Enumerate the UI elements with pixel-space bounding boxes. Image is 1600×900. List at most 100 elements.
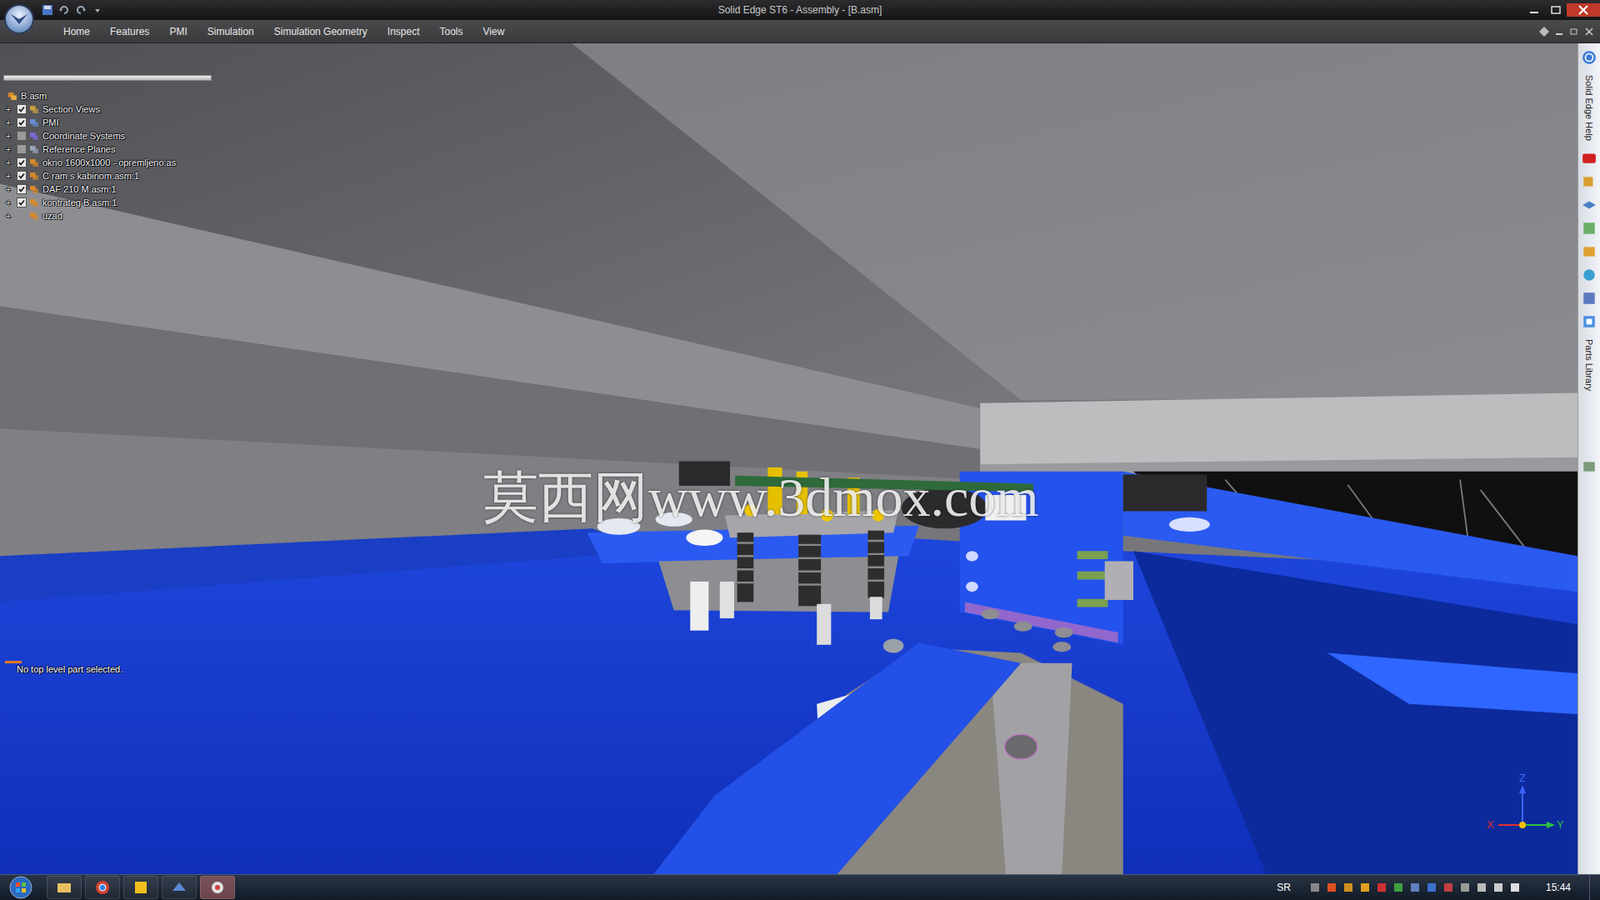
- tree-item[interactable]: +uzad: [3, 209, 212, 223]
- layers2-icon[interactable]: [1581, 267, 1597, 283]
- ribbon-tab[interactable]: PMI: [159, 22, 197, 41]
- tray-icon[interactable]: [1442, 881, 1455, 894]
- start-button-icon[interactable]: [8, 875, 34, 900]
- library-icon[interactable]: [1581, 174, 1597, 190]
- side-tab[interactable]: Solid Edge Help: [1584, 73, 1595, 143]
- expand-toggle[interactable]: +: [3, 197, 14, 208]
- minimize-icon[interactable]: [1523, 3, 1545, 17]
- pmi-icon: [30, 118, 40, 128]
- tray-icon[interactable]: [1342, 881, 1355, 894]
- taskbar-button[interactable]: [46, 875, 82, 900]
- taskbar-button[interactable]: [123, 875, 159, 900]
- axis-triad[interactable]: ZXY: [1475, 768, 1571, 860]
- doc-restore-icon[interactable]: [1568, 25, 1580, 38]
- tree-item[interactable]: +C ram s kabinom.asm:1: [3, 169, 212, 183]
- buffer: [901, 487, 988, 529]
- expand-toggle[interactable]: +: [3, 117, 14, 128]
- ribbon-tab[interactable]: View: [473, 22, 515, 41]
- redo-icon[interactable]: [75, 4, 87, 16]
- system-tray: [1302, 881, 1528, 894]
- youtube-icon[interactable]: [1581, 150, 1597, 166]
- taskbar-button[interactable]: [85, 875, 120, 900]
- ribbon-tab[interactable]: Simulation: [197, 22, 265, 41]
- visibility-checkbox[interactable]: [16, 184, 27, 195]
- ribbon-tab[interactable]: Features: [100, 22, 160, 41]
- tray-icon[interactable]: [1309, 881, 1321, 894]
- mount-plate: [960, 471, 1124, 645]
- taskbar-button[interactable]: [200, 875, 235, 900]
- parts-library-icon[interactable]: [1581, 314, 1597, 330]
- family-icon[interactable]: [1581, 220, 1597, 236]
- springs: [737, 530, 885, 607]
- tree-item[interactable]: +okno 1600x1000 - opremljeno.as: [3, 155, 212, 170]
- tree-item[interactable]: +PMI: [3, 115, 212, 130]
- tree-item[interactable]: +Reference Planes: [3, 142, 212, 156]
- tree-root[interactable]: B.asm: [3, 89, 212, 103]
- tray-icon[interactable]: [1425, 881, 1438, 894]
- help-icon[interactable]: [1581, 50, 1597, 65]
- save-icon[interactable]: [41, 4, 54, 16]
- coord-icon: [30, 131, 40, 141]
- undo-icon[interactable]: [58, 4, 70, 16]
- tray-icon[interactable]: [1359, 881, 1371, 894]
- check-icon: [17, 105, 26, 114]
- pathfinder-splitter[interactable]: [3, 75, 212, 81]
- assembly-3d-view[interactable]: [0, 43, 1578, 875]
- application-button-icon[interactable]: [2, 2, 36, 36]
- maximize-icon[interactable]: [1545, 3, 1567, 17]
- expand-toggle[interactable]: +: [3, 130, 14, 141]
- network-icon: [170, 879, 188, 896]
- expand-toggle[interactable]: +: [3, 104, 14, 115]
- visibility-checkbox[interactable]: [16, 197, 27, 208]
- tray-icon[interactable]: [1475, 881, 1488, 894]
- tray-icon[interactable]: [1375, 881, 1388, 894]
- visibility-checkbox[interactable]: [16, 130, 27, 141]
- visibility-checkbox[interactable]: [16, 157, 27, 168]
- ribbon-tab[interactable]: Home: [53, 22, 100, 41]
- visibility-checkbox[interactable]: [16, 104, 27, 115]
- tree-item[interactable]: +Coordinate Systems: [3, 129, 212, 143]
- svg-text:Z: Z: [1519, 771, 1526, 785]
- expand-toggle[interactable]: +: [3, 184, 14, 195]
- visibility-checkbox[interactable]: [16, 117, 27, 128]
- settings-icon[interactable]: [1581, 290, 1597, 306]
- tree-item[interactable]: +kontrateg B.asm:1: [3, 195, 212, 210]
- tray-icon[interactable]: [1392, 881, 1405, 894]
- tree-item[interactable]: +Section Views: [3, 102, 212, 116]
- pathfinder-tab-icon[interactable]: [1581, 459, 1597, 475]
- doc-close-icon[interactable]: [1583, 25, 1595, 38]
- ceiling: [0, 43, 1578, 875]
- visibility-checkbox[interactable]: [16, 144, 27, 155]
- tray-icon[interactable]: [1492, 881, 1505, 894]
- assembly-icon: [30, 198, 40, 208]
- window-title: Solid Edge ST6 - Assembly - [B.asm]: [0, 4, 1600, 16]
- show-desktop-button[interactable]: [1589, 875, 1600, 900]
- tray-icon[interactable]: [1509, 881, 1521, 894]
- layers-icon[interactable]: [1581, 197, 1597, 213]
- ribbon-tab[interactable]: Tools: [430, 22, 474, 41]
- tree-item[interactable]: +DAF 210 M.asm:1: [3, 182, 212, 196]
- ribbon-tab[interactable]: Inspect: [377, 22, 430, 41]
- expand-toggle[interactable]: +: [3, 144, 14, 155]
- ribbon-tab[interactable]: Simulation Geometry: [264, 22, 378, 41]
- feature-library-icon[interactable]: [1581, 244, 1597, 260]
- close-icon[interactable]: [1566, 3, 1600, 17]
- visibility-checkbox[interactable]: [16, 170, 27, 181]
- check-icon: [17, 185, 26, 194]
- chrome-icon: [94, 879, 111, 896]
- taskbar-button[interactable]: [161, 875, 197, 900]
- side-tab[interactable]: Parts Library: [1584, 337, 1595, 393]
- graphics-window[interactable]: B.asm+Section Views+PMI+Coordinate Syste…: [0, 43, 1578, 875]
- ribbon-options-icon[interactable]: [1538, 25, 1550, 38]
- tray-icon[interactable]: [1325, 881, 1338, 894]
- expand-toggle[interactable]: +: [3, 157, 14, 168]
- language-indicator[interactable]: SR: [1268, 881, 1300, 894]
- customize-icon[interactable]: [91, 4, 104, 16]
- section-icon: [30, 105, 40, 115]
- clock[interactable]: 15:44: [1530, 881, 1586, 894]
- doc-minimize-icon[interactable]: [1553, 25, 1565, 38]
- tray-icon[interactable]: [1459, 881, 1471, 894]
- expand-toggle[interactable]: +: [3, 210, 14, 221]
- tray-icon[interactable]: [1409, 881, 1421, 894]
- expand-toggle[interactable]: +: [3, 170, 14, 181]
